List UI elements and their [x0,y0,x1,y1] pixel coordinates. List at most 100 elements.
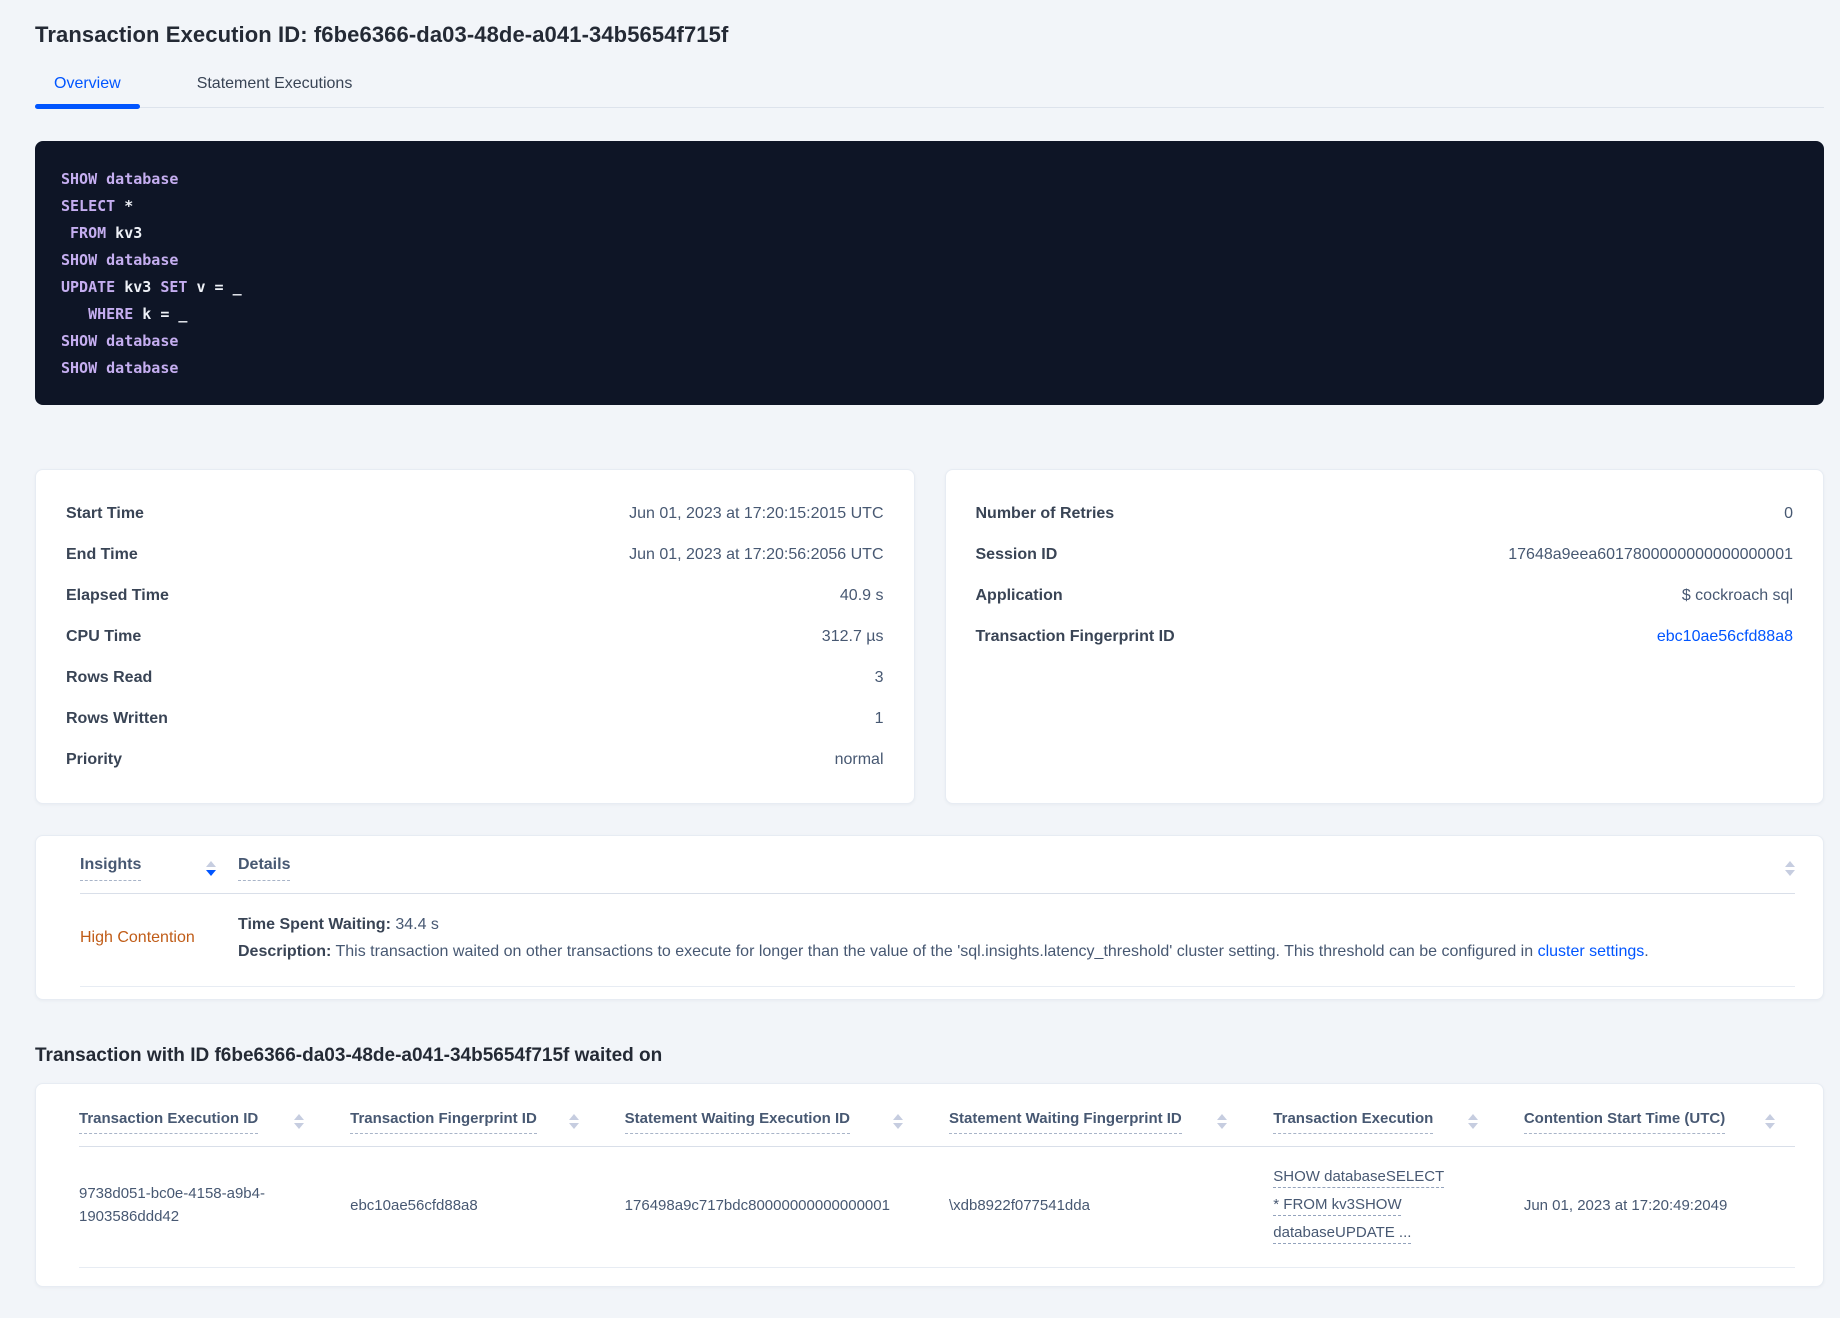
sql-token: * [115,197,134,215]
description-period: . [1644,943,1649,960]
column-header-transaction-execution[interactable]: Transaction Execution [1273,1110,1524,1134]
summary-cards-row: Start Time Jun 01, 2023 at 17:20:15:2015… [35,469,1824,804]
insight-description: Description: This transaction waited on … [238,943,1649,961]
sql-token: k = _ [133,305,188,323]
stat-label: CPU Time [66,627,142,645]
sort-arrows-icon[interactable] [1765,1114,1775,1129]
sql-token: UPDATE [61,278,116,296]
column-header-statement-waiting-fingerprint-id[interactable]: Statement Waiting Fingerprint ID [948,1110,1273,1134]
waiting-value: 34.4 s [390,916,439,933]
sql-token: SET [160,278,188,296]
stat-label: Priority [66,750,123,768]
transaction-fingerprint-link[interactable]: ebc10ae56cfd88a8 [1657,628,1793,646]
stat-value: Jun 01, 2023 at 17:20:15:2015 UTC [629,504,884,522]
waiting-label: Time Spent Waiting: [238,916,391,933]
sort-arrows-icon[interactable] [1217,1114,1228,1129]
cell-transaction-execution: SHOW databaseSELECT * FROM kv3SHOW datab… [1273,1163,1524,1247]
transaction-execution-statement-link[interactable]: SHOW databaseSELECT * FROM kv3SHOW datab… [1273,1163,1453,1247]
tab-statement-executions[interactable]: Statement Executions [178,75,372,107]
stat-row: Elapsed Time 40.9 s [66,575,884,616]
sort-arrows-icon[interactable] [892,1114,903,1129]
cell-statement-waiting-fingerprint-id: \xdb8922f077541dda [948,1196,1090,1214]
description-text: This transaction waited on other transac… [331,943,1538,960]
sql-token: kv3 [106,224,143,242]
waited-on-heading: Transaction with ID f6be6366-da03-48de-a… [35,1045,663,1066]
stat-label: Rows Read [66,668,153,686]
sql-token: SHOW database [61,251,179,269]
stat-row: Priority normal [66,739,884,780]
stat-row: Rows Read 3 [66,657,884,698]
cell-contention-start-time: Jun 01, 2023 at 17:20:49:2049 [1523,1196,1728,1214]
stat-label: Elapsed Time [66,586,169,604]
insight-details: Time Spent Waiting: 34.4 s Description: … [238,915,1649,961]
cluster-settings-link[interactable]: cluster settings [1538,943,1645,960]
stat-value: 3 [874,668,884,686]
cell-transaction-execution-id: 9738d051-bc0e-4158-a9b4-1903586ddd42 [79,1185,265,1225]
stat-value: 1 [874,709,884,727]
stat-row: CPU Time 312.7 µs [66,616,884,657]
column-header-contention-start-time[interactable]: Contention Start Time (UTC) [1523,1110,1795,1134]
sql-line: SHOW database [61,355,1798,382]
waited-on-table-header: Transaction Execution ID Transaction Fin… [79,1110,1795,1147]
sql-line: FROM kv3 [61,220,1798,247]
time-spent-waiting: Time Spent Waiting: 34.4 s [238,916,1649,934]
stat-value: 0 [1784,504,1793,522]
insights-table-card: Insights Details High Contention Time Sp… [35,835,1824,1000]
stat-value: 40.9 s [839,586,884,604]
sort-arrows-icon[interactable] [568,1114,579,1129]
stat-label: Session ID [975,545,1058,563]
stat-label: End Time [66,545,138,563]
description-label: Description: [238,943,332,960]
sql-line: UPDATE kv3 SET v = _ [61,274,1798,301]
insight-badge: High Contention [80,929,195,946]
sql-token: SELECT [61,197,116,215]
stat-label: Application [975,586,1063,604]
tab-bar: Overview Statement Executions [35,75,1824,109]
insights-column-label[interactable]: Insights [80,856,142,881]
table-row: 9738d051-bc0e-4158-a9b4-1903586ddd42 ebc… [79,1147,1795,1268]
sql-statements-box: SHOW database SELECT * FROM kv3 SHOW datab… [35,141,1824,405]
timing-summary-card: Start Time Jun 01, 2023 at 17:20:15:2015… [35,469,915,804]
stat-row: Application $ cockroach sql [976,575,1794,616]
sql-line: SHOW database [61,166,1798,193]
stat-label: Start Time [66,504,144,522]
column-header-insights[interactable]: Insights [80,856,238,881]
stat-row: End Time Jun 01, 2023 at 17:20:56:2056 U… [66,534,884,575]
column-header-transaction-fingerprint-id[interactable]: Transaction Fingerprint ID [350,1110,625,1134]
sql-token: v = _ [187,278,242,296]
details-column-label[interactable]: Details [238,856,291,881]
waited-on-table-card: Transaction Execution ID Transaction Fin… [35,1083,1824,1287]
transaction-details-page: Transaction Execution ID: f6be6366-da03-… [0,22,1840,1287]
stat-row: Number of Retries 0 [976,493,1794,534]
sql-token: SHOW database [61,332,179,350]
stat-value: normal [834,750,884,768]
page-title: Transaction Execution ID: f6be6366-da03-… [35,22,729,47]
stat-row: Session ID 17648a9eea6017800000000000000… [976,534,1794,575]
sort-arrows-icon[interactable] [1467,1114,1478,1129]
sort-arrows-icon[interactable] [294,1114,305,1129]
sql-line: SHOW database [61,247,1798,274]
cell-statement-waiting-execution-id: 176498a9c717bdc80000000000000001 [624,1196,890,1214]
cell-transaction-fingerprint-id: ebc10ae56cfd88a8 [350,1196,478,1214]
stat-value: 312.7 µs [821,627,884,645]
sort-arrows-icon[interactable] [206,861,216,876]
column-header-statement-waiting-execution-id[interactable]: Statement Waiting Execution ID [624,1110,949,1134]
stat-label: Number of Retries [975,504,1115,522]
stat-label: Transaction Fingerprint ID [975,627,1175,645]
sort-arrows-icon[interactable] [1785,861,1795,876]
stat-value: $ cockroach sql [1681,586,1793,604]
tab-overview[interactable]: Overview [35,75,140,109]
stat-value: 17648a9eea6017800000000000000001 [1508,545,1793,563]
sql-line: SELECT * [61,193,1798,220]
sql-token: FROM [61,224,107,242]
sql-line: SHOW database [61,328,1798,355]
stat-value: Jun 01, 2023 at 17:20:56:2056 UTC [629,545,884,563]
insight-row: High Contention Time Spent Waiting: 34.4… [80,894,1795,987]
sql-token: SHOW database [61,170,179,188]
column-header-transaction-execution-id[interactable]: Transaction Execution ID [79,1110,350,1134]
sql-token: kv3 [115,278,161,296]
sql-token: WHERE [88,305,134,323]
stat-row: Start Time Jun 01, 2023 at 17:20:15:2015… [66,493,884,534]
stat-row: Rows Written 1 [66,698,884,739]
